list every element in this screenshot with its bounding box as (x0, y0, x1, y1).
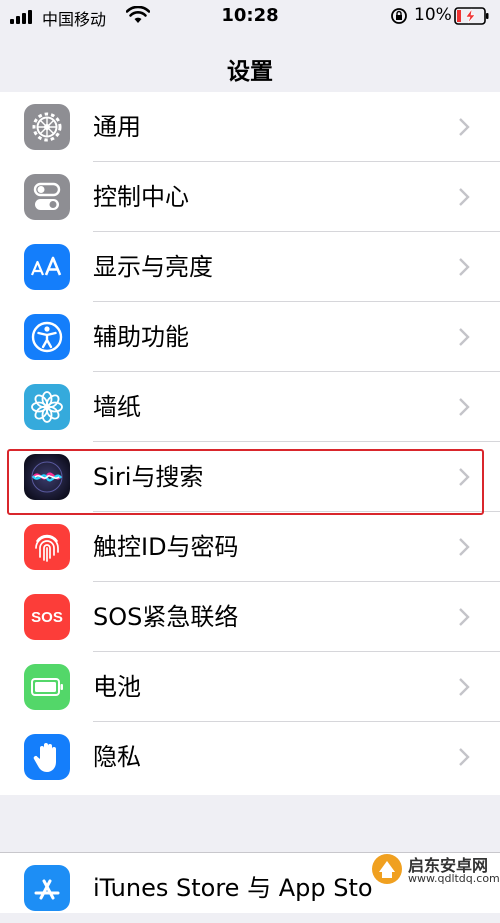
page-title: 设置 (227, 59, 273, 85)
settings-item-label: SOS紧急联络 (93, 603, 239, 631)
accessibility-icon (24, 314, 70, 360)
sos-icon: SOS (24, 594, 70, 640)
chevron-right-icon (459, 258, 470, 276)
settings-item-emergency-sos[interactable]: SOS SOS紧急联络 (0, 582, 500, 652)
hand-icon (24, 734, 70, 780)
settings-item-accessibility[interactable]: 辅助功能 (0, 302, 500, 372)
chevron-right-icon (459, 468, 470, 486)
chevron-right-icon (459, 118, 470, 136)
status-bar: 中国移动 10:28 10% (0, 0, 500, 32)
settings-item-battery[interactable]: 电池 (0, 652, 500, 722)
text-size-icon (24, 244, 70, 290)
chevron-right-icon (459, 188, 470, 206)
fingerprint-icon (24, 524, 70, 570)
settings-item-label: Siri与搜索 (93, 463, 204, 491)
chevron-right-icon (459, 748, 470, 766)
settings-item-label: 辅助功能 (93, 323, 189, 351)
chevron-right-icon (459, 328, 470, 346)
settings-item-label: 墙纸 (93, 393, 141, 421)
settings-item-label: 控制中心 (93, 183, 189, 211)
battery-percent: 10% (414, 5, 452, 25)
settings-item-label: 通用 (93, 113, 141, 141)
settings-group: 通用 控制中心 显示与亮度 辅助功能 墙纸 Siri与搜索 触控ID与密码 SO… (0, 92, 500, 795)
settings-item-touch-id-passcode[interactable]: 触控ID与密码 (0, 512, 500, 582)
chevron-right-icon (459, 538, 470, 556)
settings-item-general[interactable]: 通用 (0, 92, 500, 162)
chevron-right-icon (459, 398, 470, 416)
battery-icon (24, 664, 70, 710)
settings-item-control-center[interactable]: 控制中心 (0, 162, 500, 232)
settings-item-siri-search[interactable]: Siri与搜索 (0, 442, 500, 512)
chevron-right-icon (459, 678, 470, 696)
gear-icon (24, 104, 70, 150)
settings-item-label: 电池 (93, 673, 141, 701)
watermark: 启东安卓网 www.qdltdq.com (368, 852, 500, 888)
settings-item-label: iTunes Store 与 App Sto (93, 874, 373, 902)
app-store-icon (24, 865, 70, 911)
chevron-right-icon (459, 608, 470, 626)
settings-item-wallpaper[interactable]: 墙纸 (0, 372, 500, 442)
settings-item-label: 隐私 (93, 743, 141, 771)
battery-charging-icon (454, 7, 489, 25)
settings-item-privacy[interactable]: 隐私 (0, 722, 500, 792)
settings-item-display-brightness[interactable]: 显示与亮度 (0, 232, 500, 302)
watermark-logo-icon (372, 854, 402, 884)
settings-item-label: 触控ID与密码 (93, 533, 239, 561)
toggles-icon (24, 174, 70, 220)
watermark-url: www.qdltdq.com (408, 872, 500, 885)
flower-icon (24, 384, 70, 430)
rotation-lock-icon (391, 8, 407, 24)
siri-icon (24, 454, 70, 500)
settings-item-label: 显示与亮度 (93, 253, 213, 281)
svg-text:SOS: SOS (31, 609, 63, 626)
